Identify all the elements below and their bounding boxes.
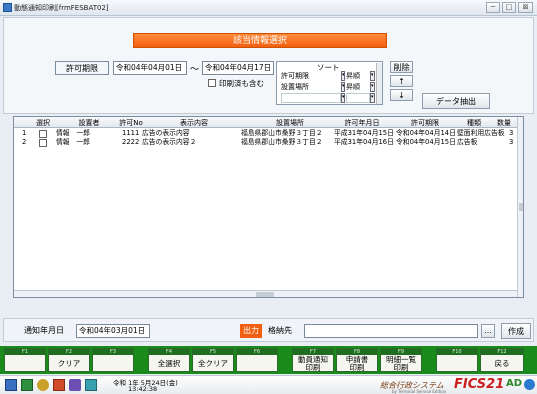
- row-content: 広告の表示内容２: [142, 138, 197, 146]
- taskbar-app-icon[interactable]: [5, 379, 17, 391]
- sort-order-1: 昇順: [346, 72, 360, 80]
- col-permit-limit[interactable]: 許可期限: [394, 118, 456, 128]
- results-table: 選択 設置者 許可No 表示内容 設置場所 許可年月日 許可期限 種類 数量 1…: [13, 116, 524, 298]
- include-printed-label: 印刷済も含む: [219, 79, 264, 88]
- storage-path-input[interactable]: [304, 324, 478, 338]
- taskbar-app-icon[interactable]: [37, 379, 49, 391]
- sort-order-2-dropdown[interactable]: ▾: [370, 82, 375, 92]
- row-content: 広告の表示内容: [142, 129, 190, 137]
- f10-button[interactable]: F10: [436, 348, 478, 372]
- brand-suffix: AD: [506, 378, 523, 389]
- sort-down-button[interactable]: ↓: [390, 89, 413, 101]
- row-permit-limit: 令和04年04月14日: [396, 129, 456, 137]
- close-button[interactable]: ⊠: [518, 2, 533, 13]
- taskbar-app-icon[interactable]: [21, 379, 33, 391]
- sort-field-3-dropdown[interactable]: ▾: [341, 93, 345, 103]
- window-title: 動態通知印刷[frmFESBAT02]: [14, 4, 109, 12]
- table-row[interactable]: 1 情報 一郎 1111 広告の表示内容 福島県郡山市桑野３丁目２ 平成31年0…: [14, 129, 516, 138]
- output-label: 出力: [240, 324, 262, 338]
- range-tilde: 〜: [190, 65, 200, 75]
- col-permit-no[interactable]: 許可No: [111, 118, 151, 128]
- date-from-input[interactable]: 令和04年04月01日: [113, 61, 187, 75]
- sort-field-1-dropdown[interactable]: ▾: [341, 71, 345, 81]
- sort-field-2-dropdown[interactable]: ▾: [341, 82, 345, 92]
- row-permit-no: 1111: [122, 129, 140, 137]
- row-number: 1: [22, 129, 27, 137]
- taskbar: 令和 1年 5月24日(金) 13:42:38 総合行政システム by Term…: [0, 375, 537, 394]
- notice-date-input[interactable]: 令和04年03月01日: [76, 324, 150, 338]
- date-to-input[interactable]: 令和04年04月17日: [202, 61, 274, 75]
- horizontal-scroll-thumb[interactable]: [256, 292, 274, 297]
- row-qty: 3: [509, 129, 514, 137]
- row-kind: 広告板: [457, 138, 478, 146]
- period-label: 許可期限: [55, 61, 109, 75]
- table-header: 選択 設置者 許可No 表示内容 設置場所 許可年月日 許可期限 種類 数量: [14, 117, 523, 128]
- sort-order-2: 昇順: [346, 83, 360, 91]
- col-owner[interactable]: 設置者: [69, 118, 109, 128]
- f3-button[interactable]: F3: [92, 348, 134, 372]
- clear-button[interactable]: F2 クリア: [48, 348, 90, 372]
- col-qty[interactable]: 数量: [492, 118, 516, 128]
- sort-field-2: 設置場所: [281, 83, 309, 91]
- sort-delete-button[interactable]: 削除: [390, 61, 413, 73]
- taskbar-app-icon[interactable]: [85, 379, 97, 391]
- f6-button[interactable]: F6: [236, 348, 278, 372]
- col-select[interactable]: 選択: [34, 118, 52, 128]
- row-permit-date: 平成31年04月16日: [334, 138, 394, 146]
- mobilization-print-button[interactable]: F7 動員通知 印刷: [292, 348, 334, 372]
- row-place: 福島県郡山市桑野３丁目２: [241, 129, 323, 137]
- row-place: 福島県郡山市桑野３丁目２: [241, 138, 323, 146]
- col-permit-date[interactable]: 許可年月日: [330, 118, 394, 128]
- storage-label: 格納先: [268, 326, 292, 335]
- table-row[interactable]: 2 情報 一郎 2222 広告の表示内容２ 福島県郡山市桑野３丁目２ 平成31年…: [14, 138, 516, 147]
- detail-list-print-button[interactable]: F9 明細一覧 印刷: [380, 348, 422, 372]
- vertical-scroll-thumb[interactable]: [519, 203, 523, 211]
- select-all-button[interactable]: F4 全選択: [148, 348, 190, 372]
- function-key-bar: F1 F2 クリア F3 F4 全選択 F5 全クリア F6 F7 動員通知 印刷 F8…: [0, 346, 537, 374]
- minimize-button[interactable]: ─: [486, 2, 500, 13]
- sort-order-1-dropdown[interactable]: ▾: [370, 71, 375, 81]
- app-icon: [3, 3, 12, 12]
- row-select-checkbox[interactable]: [39, 139, 47, 147]
- row-owner: 情報 一郎: [56, 138, 90, 146]
- row-permit-date: 平成31年04月15日: [334, 129, 394, 137]
- table-vertical-scrollbar[interactable]: [517, 117, 523, 297]
- row-permit-no: 2222: [122, 138, 140, 146]
- section-banner: 該当情報選択: [133, 33, 387, 48]
- row-select-checkbox[interactable]: [39, 130, 47, 138]
- row-permit-limit: 令和04年04月15日: [396, 138, 456, 146]
- row-number: 2: [22, 138, 27, 146]
- sort-order-3[interactable]: [346, 93, 370, 103]
- include-printed-checkbox[interactable]: [208, 79, 216, 87]
- taskbar-app-icon[interactable]: [53, 379, 65, 391]
- extract-data-button[interactable]: データ抽出: [422, 93, 490, 109]
- row-qty: 3: [509, 138, 514, 146]
- col-content[interactable]: 表示内容: [154, 118, 234, 128]
- create-button[interactable]: 作成: [501, 323, 531, 339]
- sort-panel: ソート 許可期限 ▾ 昇順 ▾ 設置場所 ▾ 昇順 ▾ ▾ ▾: [276, 61, 383, 105]
- col-place[interactable]: 設置場所: [240, 118, 340, 128]
- maximize-button[interactable]: □: [502, 2, 516, 13]
- clear-all-button[interactable]: F5 全クリア: [192, 348, 234, 372]
- notice-date-label: 通知年月日: [24, 326, 64, 335]
- table-horizontal-scrollbar[interactable]: [14, 290, 517, 297]
- system-subtitle: by Terminal Service Edition: [392, 389, 447, 394]
- sort-field-1: 許可期限: [281, 72, 309, 80]
- row-kind: 壁面利用広告板: [457, 129, 505, 137]
- window-title-bar: 動態通知印刷[frmFESBAT02] ─ □ ⊠: [0, 0, 537, 16]
- application-print-button[interactable]: F8 申請書 印刷: [336, 348, 378, 372]
- globe-icon: [524, 379, 535, 390]
- sort-up-button[interactable]: ↑: [390, 75, 413, 87]
- taskbar-app-icon[interactable]: [69, 379, 81, 391]
- sort-scrollbar[interactable]: [376, 63, 382, 104]
- browse-button[interactable]: ...: [481, 324, 495, 338]
- row-owner: 情報 一郎: [56, 129, 90, 137]
- f1-button[interactable]: F1: [4, 348, 46, 372]
- back-button[interactable]: F12 戻る: [480, 348, 524, 372]
- sort-field-3[interactable]: [281, 93, 341, 103]
- col-kind[interactable]: 種類: [454, 118, 494, 128]
- sort-order-3-dropdown[interactable]: ▾: [370, 93, 375, 103]
- taskbar-time: 13:42:38: [128, 385, 158, 393]
- brand-logo: FICS21: [454, 377, 505, 392]
